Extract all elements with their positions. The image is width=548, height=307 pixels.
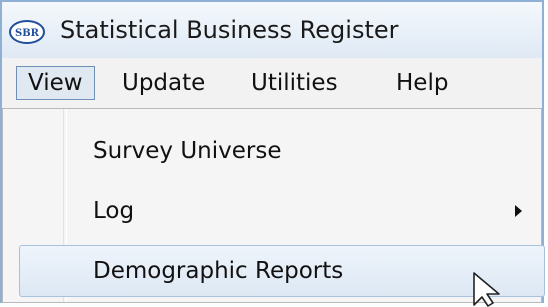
menu-view[interactable]: View <box>16 66 95 100</box>
sbr-logo-icon: SBR <box>9 20 45 44</box>
menu-update[interactable]: Update <box>111 66 216 100</box>
svg-text:SBR: SBR <box>15 28 40 39</box>
mouse-pointer-icon <box>473 272 500 307</box>
menu-item-label: Demographic Reports <box>93 258 344 284</box>
menu-item-label: Survey Universe <box>93 138 282 164</box>
window-title: Statistical Business Register <box>60 16 399 44</box>
submenu-arrow-icon <box>515 205 522 217</box>
menu-item-demographic-reports[interactable]: Demographic Reports <box>19 245 545 297</box>
title-bar: SBR Statistical Business Register <box>2 2 542 58</box>
menu-item-label: Log <box>93 198 135 224</box>
menu-item-log[interactable]: Log <box>19 185 545 237</box>
menu-help[interactable]: Help <box>385 66 459 100</box>
menu-item-survey-universe[interactable]: Survey Universe <box>19 125 545 177</box>
menu-utilities[interactable]: Utilities <box>240 66 349 100</box>
menu-bar: View Update Utilities Help <box>2 58 542 108</box>
view-dropdown-menu: Survey Universe Log Demographic Reports <box>2 108 545 303</box>
